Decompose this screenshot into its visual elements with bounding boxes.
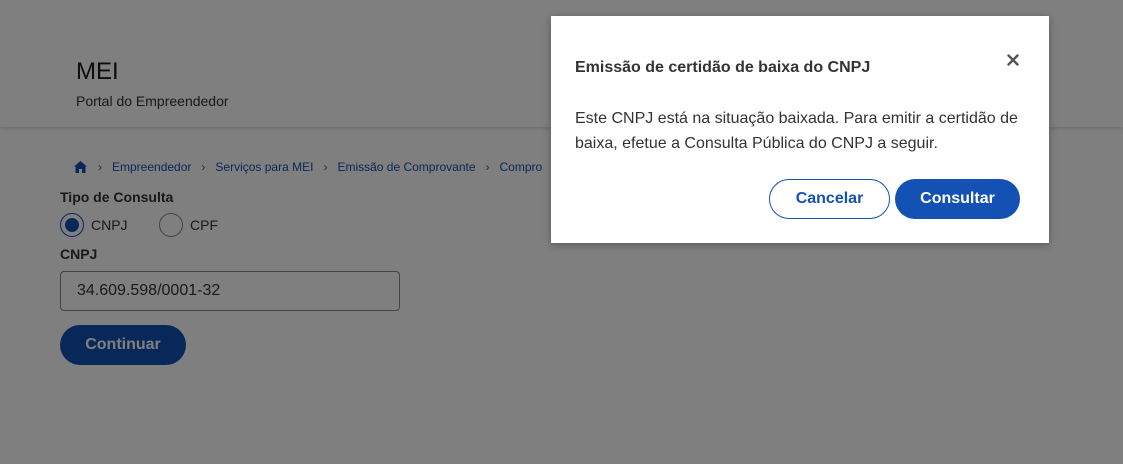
modal-title: Emissão de certidão de baixa do CNPJ <box>575 59 871 76</box>
modal-message: Este CNPJ está na situação baixada. Para… <box>575 110 1018 152</box>
consult-button[interactable]: Consultar <box>895 179 1020 219</box>
close-icon[interactable] <box>1003 50 1023 70</box>
modal-dialog: Emissão de certidão de baixa do CNPJ Est… <box>551 16 1049 243</box>
cancel-button[interactable]: Cancelar <box>769 179 890 219</box>
